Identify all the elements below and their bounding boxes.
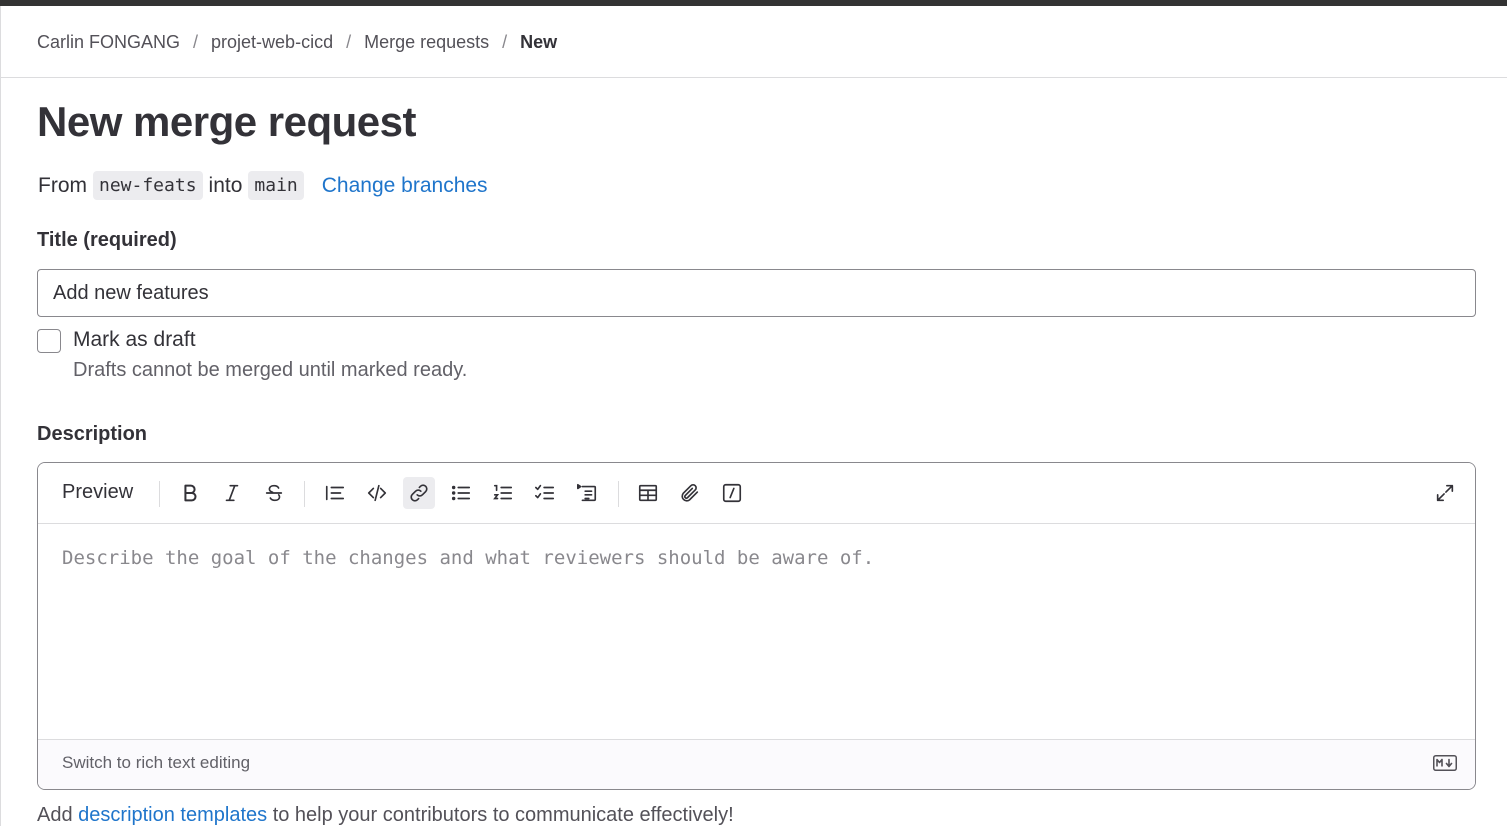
numbered-list-icon[interactable]: [487, 477, 519, 509]
attach-file-icon[interactable]: [674, 477, 706, 509]
breadcrumb-separator: /: [346, 32, 352, 52]
switch-to-rich-text-button[interactable]: Switch to rich text editing: [62, 753, 250, 773]
title-label: Title (required): [37, 229, 177, 251]
editor-footer: Switch to rich text editing: [38, 739, 1475, 789]
markdown-editor: Preview Describe the goal of the changes…: [37, 462, 1476, 790]
into-label: into: [208, 173, 243, 197]
toolbar-divider: [159, 481, 160, 507]
strikethrough-icon[interactable]: [258, 477, 290, 509]
mark-as-draft-checkbox[interactable]: [37, 329, 61, 353]
breadcrumb-item-user[interactable]: Carlin FONGANG: [37, 32, 180, 53]
quote-icon[interactable]: [319, 477, 351, 509]
markdown-icon: [1433, 755, 1457, 771]
editor-toolbar: Preview: [38, 463, 1475, 524]
branch-info: From new-feats into main Change branches: [38, 171, 488, 200]
breadcrumb-separator: /: [502, 32, 508, 52]
task-list-icon[interactable]: [529, 477, 561, 509]
sidebar-border: [0, 6, 1, 826]
table-icon[interactable]: [632, 477, 664, 509]
breadcrumb-item-project[interactable]: projet-web-cicd: [211, 32, 333, 53]
target-branch: main: [248, 171, 304, 200]
toolbar-divider: [304, 481, 305, 507]
breadcrumb-bar: Carlin FONGANG / projet-web-cicd / Merge…: [1, 6, 1507, 78]
link-icon[interactable]: [403, 477, 435, 509]
breadcrumb-item-current[interactable]: New: [520, 32, 557, 53]
title-input[interactable]: [37, 269, 1476, 317]
source-branch: new-feats: [93, 171, 203, 200]
collapsible-section-icon[interactable]: [571, 477, 603, 509]
change-branches-link[interactable]: Change branches: [322, 174, 488, 198]
draft-help-text: Drafts cannot be merged until marked rea…: [73, 359, 468, 381]
mark-as-draft-label[interactable]: Mark as draft: [73, 328, 196, 352]
italic-icon[interactable]: [216, 477, 248, 509]
templates-note-prefix: Add: [37, 804, 79, 826]
description-templates-note: Add description templates to help your c…: [37, 804, 734, 827]
description-templates-link[interactable]: description templates: [78, 804, 267, 826]
bold-icon[interactable]: [174, 477, 206, 509]
page-title: New merge request: [37, 98, 416, 145]
code-icon[interactable]: [361, 477, 393, 509]
description-label: Description: [37, 423, 148, 445]
quick-actions-icon[interactable]: [716, 477, 748, 509]
description-textarea[interactable]: Describe the goal of the changes and wha…: [62, 547, 874, 569]
preview-tab[interactable]: Preview: [62, 481, 133, 504]
fullscreen-icon[interactable]: [1429, 477, 1461, 509]
breadcrumb: Carlin FONGANG / projet-web-cicd / Merge…: [37, 32, 557, 53]
breadcrumb-item-merge-requests[interactable]: Merge requests: [364, 32, 489, 53]
toolbar-divider: [618, 481, 619, 507]
bullet-list-icon[interactable]: [445, 477, 477, 509]
from-label: From: [38, 173, 87, 197]
breadcrumb-separator: /: [193, 32, 199, 52]
templates-note-suffix: to help your contributors to communicate…: [267, 804, 734, 826]
